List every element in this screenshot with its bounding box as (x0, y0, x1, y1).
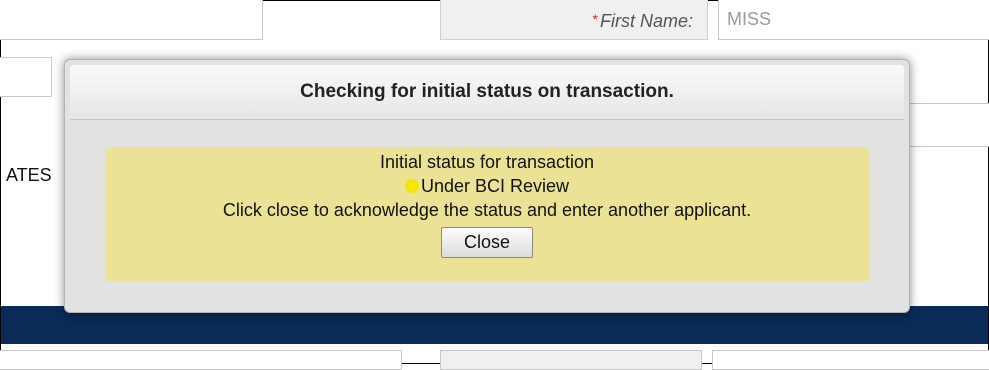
form-field-box[interactable] (0, 57, 52, 97)
status-dialog: Checking for initial status on transacti… (64, 59, 910, 313)
status-message-panel: Initial status for transaction Under BCI… (105, 147, 869, 281)
state-field-text: ATES (6, 165, 52, 185)
acknowledge-instruction-text: Click close to acknowledge the status an… (222, 200, 752, 220)
first-name-label-text: First Name: (599, 11, 693, 31)
first-name-label: * First Name: (440, 0, 708, 40)
first-name-input[interactable]: MISS (718, 0, 989, 40)
status-line: Under BCI Review (105, 174, 869, 198)
close-button[interactable]: Close (441, 227, 533, 258)
form-field-box[interactable] (0, 350, 402, 370)
status-indicator-icon (404, 179, 419, 193)
form-field-box[interactable] (0, 0, 263, 40)
dialog-title: Checking for initial status on transacti… (70, 65, 904, 120)
required-marker: * (592, 11, 598, 27)
form-label-box (440, 350, 702, 370)
status-intro-text: Initial status for transaction (379, 152, 595, 172)
form-field-box[interactable] (712, 350, 989, 370)
form-field-box[interactable] (905, 103, 989, 147)
status-text: Under BCI Review (420, 176, 570, 196)
